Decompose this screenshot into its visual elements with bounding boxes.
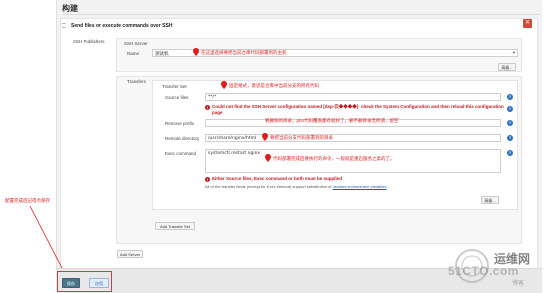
annotation-prefix: 要删除的目录，pho代码覆盖都有就好了，删不删目录无所谓，留空: [265, 118, 399, 123]
exec-command-label: Exec command: [165, 151, 197, 156]
server-advanced-button[interactable]: 高级...: [498, 63, 516, 71]
drag-handle-icon[interactable]: [62, 23, 66, 28]
source-files-label: Source files: [165, 95, 189, 100]
step-title: Send files or execute commands over SSH: [71, 23, 173, 29]
section-divider: [62, 14, 540, 15]
close-icon[interactable]: ✕: [523, 19, 532, 28]
server-name-label: Name: [127, 51, 140, 56]
annotation-exec: 代码部署完成后要执行的命令，一般就是重启服务之类的了。: [273, 156, 395, 161]
map-pin-icon: [262, 133, 268, 141]
config-error-message: Could not find the SSH Server configurat…: [212, 104, 504, 115]
save-button[interactable]: 保存: [62, 278, 80, 288]
remote-directory-input[interactable]: /usr/share/nginx/html: [205, 134, 501, 142]
help-icon[interactable]: ?: [507, 120, 513, 126]
env-variables-link[interactable]: Jenkins environment variables: [333, 184, 387, 189]
apply-button[interactable]: 应用: [89, 278, 109, 288]
map-pin-icon: [265, 154, 271, 162]
watermark-site: 51CTO.com: [448, 264, 519, 278]
annotation-server: 在这里选择要把当前仓库代码部署到的主机: [201, 50, 287, 55]
either-error-message: Either Source files, Exec command or bot…: [212, 176, 343, 181]
transfer-set-header: Transfer Set: [162, 84, 187, 89]
variables-note-text: All of the transfer fields (except for E…: [205, 184, 332, 189]
ssh-server-header: SSH Server: [124, 41, 148, 46]
error-icon: !: [205, 177, 210, 182]
transfers-label: Transfers: [127, 79, 146, 84]
transfer-advanced-button[interactable]: 高级...: [481, 196, 499, 204]
variables-note: All of the transfer fields (except for E…: [205, 184, 386, 189]
annotation-source: 固定格式，意思是仓库中当前分支的所有代码: [229, 83, 319, 88]
annotation-save: 配置完成后记得点保存: [5, 198, 50, 203]
remote-directory-label: Remote directory: [165, 136, 200, 141]
help-icon[interactable]: ?: [507, 150, 513, 156]
chevron-down-icon: ▼: [512, 50, 516, 55]
remove-prefix-label: Remove prefix: [165, 121, 195, 126]
source-files-input[interactable]: **/*: [205, 93, 501, 101]
section-title: 构建: [62, 4, 78, 13]
help-icon[interactable]: ?: [507, 94, 513, 100]
help-icon[interactable]: ?: [507, 106, 513, 112]
error-icon: !: [205, 105, 210, 110]
watermark-blog: 博客: [512, 281, 525, 287]
help-icon[interactable]: ?: [507, 135, 513, 141]
annotation-remote: 要把当前分支代码部署到的目录: [270, 135, 333, 140]
map-pin-icon: [193, 48, 199, 56]
add-transfer-set-button[interactable]: Add Transfer Set: [155, 222, 195, 230]
map-pin-icon: [221, 81, 227, 89]
ssh-publishers-label: SSH Publishers: [73, 39, 105, 44]
add-server-button[interactable]: Add Server: [117, 250, 143, 258]
